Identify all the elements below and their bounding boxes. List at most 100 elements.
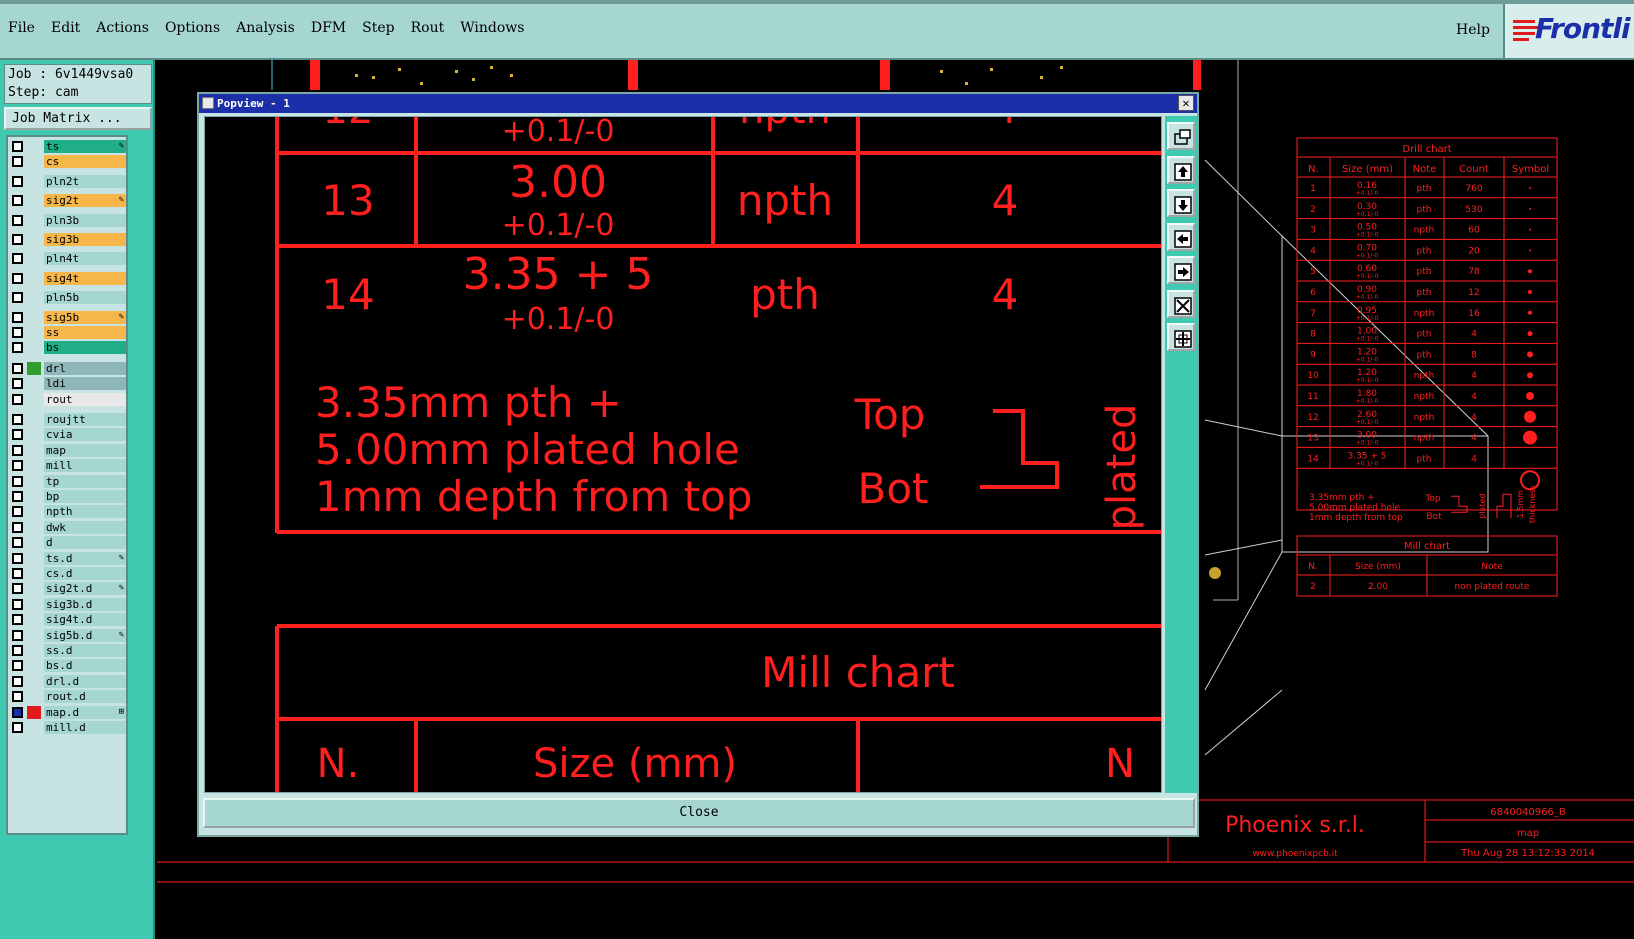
layer-checkbox[interactable]: [12, 614, 23, 626]
layer-checkbox[interactable]: [12, 660, 23, 672]
layer-name[interactable]: ldi: [44, 377, 126, 391]
layer-name[interactable]: ts ✎: [44, 140, 126, 153]
layer-checkbox[interactable]: [12, 598, 23, 610]
layer-row-sig2t[interactable]: sig2t ✎: [10, 193, 126, 208]
layer-row-sig5b[interactable]: sig5b ✎: [10, 310, 126, 325]
layer-name[interactable]: sig5b.d ✎: [44, 628, 126, 642]
layer-name[interactable]: ss.d: [44, 644, 126, 657]
layer-checkbox[interactable]: [12, 378, 23, 390]
layer-checkbox[interactable]: [12, 675, 23, 687]
layer-checkbox[interactable]: [12, 414, 23, 425]
layer-name[interactable]: sig5b ✎: [44, 310, 126, 324]
layer-checkbox[interactable]: [12, 568, 23, 579]
layer-row-bp[interactable]: bp: [10, 489, 126, 504]
layer-checkbox[interactable]: [12, 272, 23, 284]
layer-checkbox[interactable]: [12, 521, 23, 533]
layer-row-pln5b[interactable]: pln5b: [10, 290, 126, 305]
layer-row-pln3b[interactable]: pln3b: [10, 213, 126, 228]
layer-name[interactable]: sig2t ✎: [44, 194, 126, 208]
layer-row-bs[interactable]: bs: [10, 340, 126, 355]
window-menu-icon[interactable]: [202, 97, 214, 109]
layer-row-sig4t-d[interactable]: sig4t.d: [10, 612, 126, 627]
layer-checkbox[interactable]: [12, 195, 23, 207]
layer-name[interactable]: ts.d ✎: [44, 551, 126, 565]
layer-row-ss-d[interactable]: ss.d: [10, 643, 126, 658]
layer-row-ss[interactable]: ss: [10, 325, 126, 340]
menu-step[interactable]: Step: [362, 20, 394, 36]
layer-name[interactable]: pln5b: [44, 291, 126, 305]
layer-row-ts-d[interactable]: ts.d ✎: [10, 551, 126, 566]
layer-row-rout[interactable]: rout: [10, 392, 126, 407]
layer-row-mill[interactable]: mill: [10, 458, 126, 473]
layer-checkbox[interactable]: [12, 491, 23, 502]
layer-name[interactable]: sig4t.d: [44, 613, 126, 627]
layer-name[interactable]: drl.d: [44, 674, 126, 688]
layer-checkbox[interactable]: [12, 342, 23, 354]
close-button[interactable]: Close: [203, 798, 1195, 828]
menu-file[interactable]: File: [8, 20, 35, 36]
layer-name[interactable]: map: [44, 443, 126, 457]
layer-row-ldi[interactable]: ldi: [10, 376, 126, 391]
layer-row-npth[interactable]: npth: [10, 504, 126, 519]
menu-analysis[interactable]: Analysis: [236, 20, 295, 36]
layer-checkbox[interactable]: [12, 292, 23, 304]
popview-title-bar[interactable]: Popview - 1 ✕: [199, 94, 1197, 113]
layer-name[interactable]: pln2t: [44, 174, 126, 188]
layer-name[interactable]: bp: [44, 490, 126, 503]
layer-name[interactable]: cvia: [44, 428, 126, 442]
layer-checkbox[interactable]: [12, 722, 23, 733]
layer-row-tp[interactable]: tp: [10, 474, 126, 489]
layer-checkbox[interactable]: [12, 537, 23, 549]
layer-name[interactable]: rout: [44, 392, 126, 406]
layer-name[interactable]: sig4t: [44, 271, 126, 285]
layer-checkbox[interactable]: [12, 429, 23, 441]
layer-row-map[interactable]: map: [10, 443, 126, 458]
layer-checkbox[interactable]: [12, 327, 23, 338]
pan-left-icon[interactable]: [1167, 222, 1195, 251]
layer-checkbox[interactable]: [12, 706, 23, 718]
zoom-fit-icon[interactable]: [1167, 323, 1195, 351]
pan-down-icon[interactable]: [1167, 189, 1195, 217]
layer-name[interactable]: npth: [44, 505, 126, 519]
layer-name[interactable]: pln4t: [44, 252, 126, 266]
menu-help[interactable]: Help: [1456, 22, 1490, 38]
layer-checkbox[interactable]: [12, 362, 23, 374]
layer-checkbox[interactable]: [12, 234, 23, 245]
layer-name[interactable]: bs: [44, 341, 126, 355]
menu-actions[interactable]: Actions: [96, 20, 149, 36]
menu-windows[interactable]: Windows: [460, 20, 524, 36]
layer-row-pln4t[interactable]: pln4t: [10, 251, 126, 266]
layer-checkbox[interactable]: [12, 645, 23, 656]
layer-checkbox[interactable]: [12, 444, 23, 456]
layer-checkbox[interactable]: [12, 214, 23, 226]
layer-row-mill-d[interactable]: mill.d: [10, 720, 126, 735]
popview-canvas[interactable]: 12+0.1/-0npth4133.00+0.1/-0npth4143.35 +…: [204, 116, 1162, 793]
menu-rout[interactable]: Rout: [411, 20, 445, 36]
layer-checkbox[interactable]: [12, 691, 23, 703]
layer-name[interactable]: drl: [44, 361, 126, 375]
layer-name[interactable]: dwk: [44, 520, 126, 534]
zoom-home-icon[interactable]: [1167, 289, 1195, 318]
menu-options[interactable]: Options: [165, 20, 220, 36]
layer-name[interactable]: d: [44, 536, 126, 550]
layer-checkbox[interactable]: [12, 156, 23, 168]
zoom-window-icon[interactable]: [1167, 122, 1195, 150]
layer-checkbox[interactable]: [12, 629, 23, 641]
close-icon[interactable]: ✕: [1178, 95, 1194, 111]
layer-row-pln2t[interactable]: pln2t: [10, 174, 126, 189]
layer-name[interactable]: sig3b.d: [44, 597, 126, 611]
layer-name[interactable]: mill: [44, 459, 126, 473]
layer-checkbox[interactable]: [12, 175, 23, 187]
layer-row-drl-d[interactable]: drl.d: [10, 674, 126, 689]
layer-name[interactable]: roujtt: [44, 413, 126, 426]
layer-checkbox[interactable]: [12, 583, 23, 595]
layer-row-roujtt[interactable]: roujtt: [10, 412, 126, 427]
layer-name[interactable]: bs.d: [44, 659, 126, 673]
job-matrix-button[interactable]: Job Matrix ...: [4, 107, 152, 130]
layer-row-sig4t[interactable]: sig4t: [10, 271, 126, 286]
layer-row-d[interactable]: d: [10, 535, 126, 550]
layer-checkbox[interactable]: [12, 253, 23, 265]
layer-row-rout-d[interactable]: rout.d: [10, 689, 126, 704]
layer-name[interactable]: pln3b: [44, 213, 126, 227]
menu-edit[interactable]: Edit: [51, 20, 80, 36]
